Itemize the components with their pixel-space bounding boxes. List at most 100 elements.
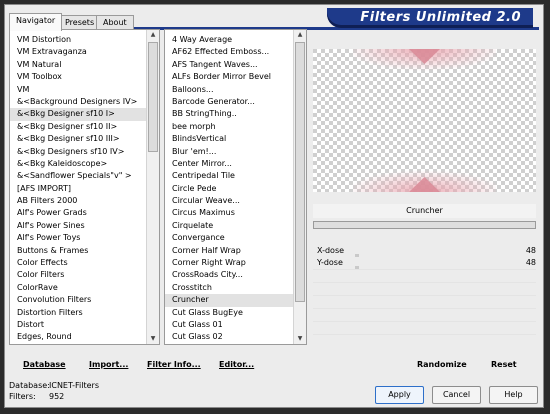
help-button[interactable]: Help: [489, 386, 538, 404]
tab-navigator[interactable]: Navigator: [9, 13, 63, 31]
filters-count-label: Filters:: [9, 392, 36, 401]
category-scroll-thumb[interactable]: [148, 42, 158, 152]
category-list-item[interactable]: Alf's Power Grads: [10, 207, 146, 219]
filter-list-item[interactable]: Centripedal Tile: [165, 170, 293, 182]
category-list-item[interactable]: &<Bkg Kaleidoscope>: [10, 158, 146, 170]
category-list-item[interactable]: Alf's Power Toys: [10, 232, 146, 244]
import-link[interactable]: Import...: [89, 360, 128, 369]
editor-link-label: Editor...: [219, 360, 255, 369]
category-list: VM Distortion VM Extravaganza VM Natural VM…: [10, 34, 146, 344]
category-list-item[interactable]: Convolution Filters: [10, 294, 146, 306]
database-link[interactable]: Database: [23, 360, 66, 369]
category-list-item[interactable]: VM Distortion: [10, 34, 146, 46]
filter-list-item[interactable]: Blur 'em!...: [165, 146, 293, 158]
divider: [313, 308, 536, 321]
scroll-up-arrow-icon[interactable]: ▲: [294, 30, 306, 40]
scroll-down-arrow-icon[interactable]: ▼: [294, 334, 306, 344]
filter-list-item[interactable]: Barcode Generator...: [165, 96, 293, 108]
filter-list-item[interactable]: Balloons...: [165, 84, 293, 96]
slider-thumb-icon[interactable]: [355, 266, 359, 269]
window-title: Filters Unlimited 2.0: [360, 10, 521, 25]
category-list-item[interactable]: Edges, Round: [10, 331, 146, 343]
filter-list: 4 Way Average AF62 Effected Emboss... AFS …: [165, 34, 293, 344]
apply-button[interactable]: Apply: [375, 386, 424, 404]
selected-filter-name: Cruncher: [313, 204, 536, 218]
filter-list-item[interactable]: Circular Weave...: [165, 195, 293, 207]
divider: [313, 269, 536, 282]
filter-list-item[interactable]: Cut Glass 02: [165, 331, 293, 343]
tab-presets[interactable]: Presets: [58, 15, 102, 29]
category-list-item[interactable]: VM: [10, 84, 146, 96]
divider: [313, 321, 536, 334]
filter-list-item[interactable]: BlindsVertical: [165, 133, 293, 145]
category-scrollbar[interactable]: ▲ ▼: [146, 30, 159, 344]
param-value: 48: [525, 246, 536, 255]
category-list-item[interactable]: [AFS IMPORT]: [10, 183, 146, 195]
divider: [313, 282, 536, 295]
param-value: 48: [525, 258, 536, 267]
param-row-x-dose[interactable]: X-dose 48: [313, 245, 536, 257]
category-list-item[interactable]: VM Toolbox: [10, 71, 146, 83]
filter-list-item[interactable]: Crosstitch: [165, 282, 293, 294]
filter-list-item[interactable]: BB StringThing..: [165, 108, 293, 120]
filters-count-value: 952: [49, 392, 65, 401]
cancel-button[interactable]: Cancel: [432, 386, 481, 404]
randomize-link[interactable]: Randomize: [417, 360, 467, 369]
param-row-y-dose[interactable]: Y-dose 48: [313, 257, 536, 269]
category-list-item[interactable]: &<Bkg Designers sf10 IV>: [10, 146, 146, 158]
filter-list-item[interactable]: Convergance: [165, 232, 293, 244]
filter-info-link-label: Filter Info...: [147, 360, 201, 369]
category-list-item[interactable]: Color Effects: [10, 257, 146, 269]
category-list-item[interactable]: Buttons & Frames: [10, 245, 146, 257]
database-status-label: Database:: [9, 381, 50, 390]
param-label: X-dose: [317, 246, 345, 255]
title-banner: Filters Unlimited 2.0: [327, 8, 533, 28]
filter-list-item[interactable]: Circle Pede: [165, 183, 293, 195]
category-list-item[interactable]: VM Natural: [10, 59, 146, 71]
filter-scroll-thumb[interactable]: [295, 42, 305, 302]
database-link-label: Database: [23, 360, 66, 369]
category-list-item[interactable]: Alf's Power Sines: [10, 220, 146, 232]
category-list-item[interactable]: &<Bkg Designer sf10 II>: [10, 121, 146, 133]
filter-list-item[interactable]: AF62 Effected Emboss...: [165, 46, 293, 58]
filter-scrollbar[interactable]: ▲ ▼: [293, 30, 306, 344]
param-label: Y-dose: [317, 258, 343, 267]
filter-list-item[interactable]: bee morph: [165, 121, 293, 133]
category-list-item[interactable]: Color Filters: [10, 269, 146, 281]
filter-preview-image: [313, 49, 536, 192]
progress-bar: [313, 221, 536, 229]
divider: [313, 295, 536, 308]
filter-list-item[interactable]: Circus Maximus: [165, 207, 293, 219]
filter-list-item[interactable]: Cirquelate: [165, 220, 293, 232]
scroll-up-arrow-icon[interactable]: ▲: [147, 30, 159, 40]
category-list-item[interactable]: ColorRave: [10, 282, 146, 294]
tab-about[interactable]: About: [96, 15, 134, 29]
database-status-value: ICNET-Filters: [49, 381, 100, 390]
category-list-item[interactable]: AB Filters 2000: [10, 195, 146, 207]
category-list-item[interactable]: Distortion Filters: [10, 307, 146, 319]
filter-info-link[interactable]: Filter Info...: [147, 360, 201, 369]
filter-list-item[interactable]: 4 Way Average: [165, 34, 293, 46]
category-list-item[interactable]: &<Sandflower Specials"v" >: [10, 170, 146, 182]
reset-link[interactable]: Reset: [491, 360, 517, 369]
filter-list-item[interactable]: AFS Tangent Waves...: [165, 59, 293, 71]
filter-list-item[interactable]: ALFs Border Mirror Bevel: [165, 71, 293, 83]
category-list-item[interactable]: VM Extravaganza: [10, 46, 146, 58]
filter-list-item[interactable]: Cut Glass 01: [165, 319, 293, 331]
category-list-item[interactable]: Distort: [10, 319, 146, 331]
filter-list-panel: 4 Way Average AF62 Effected Emboss... AFS …: [164, 29, 307, 345]
filter-list-item[interactable]: Corner Right Wrap: [165, 257, 293, 269]
import-link-label: Import...: [89, 360, 129, 369]
filter-list-item[interactable]: Cut Glass BugEye: [165, 307, 293, 319]
category-list-item[interactable]: &<Bkg Designer sf10 III>: [10, 133, 146, 145]
category-list-item[interactable]: &<Bkg Designer sf10 I>: [10, 108, 146, 121]
filter-list-item[interactable]: Cruncher: [165, 294, 293, 307]
filters-unlimited-window: Filters Unlimited 2.0 Navigator Presets …: [4, 4, 544, 408]
category-list-item[interactable]: &<Background Designers IV>: [10, 96, 146, 108]
filter-list-item[interactable]: CrossRoads City...: [165, 269, 293, 281]
filter-list-item[interactable]: Center Mirror...: [165, 158, 293, 170]
filter-list-item[interactable]: Corner Half Wrap: [165, 245, 293, 257]
scroll-down-arrow-icon[interactable]: ▼: [147, 334, 159, 344]
divider: [313, 334, 536, 347]
editor-link[interactable]: Editor...: [219, 360, 254, 369]
